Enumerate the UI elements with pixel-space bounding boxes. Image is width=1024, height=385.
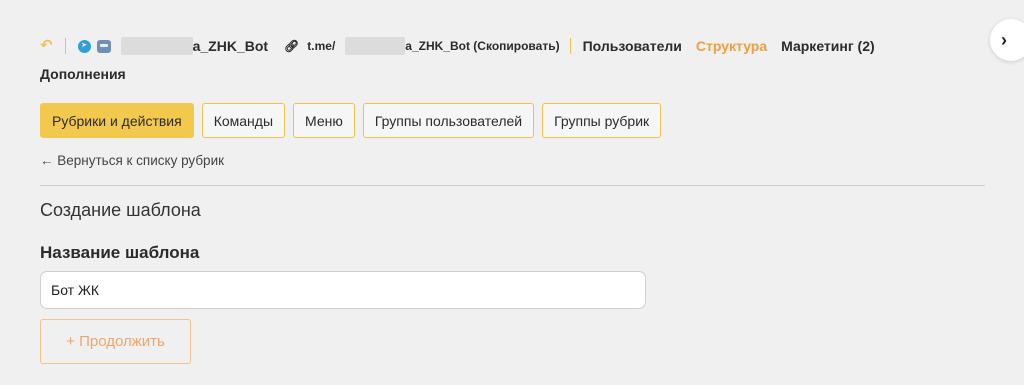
bot-link-prefix[interactable]: t.me/: [307, 36, 335, 56]
top-bar: ↶ ➤ а_ZHK_Bot 🔗︎ t.me/ а_ZHK_Bot (Скопир…: [40, 36, 940, 56]
nav-users[interactable]: Пользователи: [583, 36, 682, 56]
redacted-bot-name: [120, 37, 193, 55]
page-title: Создание шаблона: [40, 200, 201, 220]
tabs: Рубрики и действия Команды Меню Группы п…: [40, 103, 662, 138]
chevron-right-icon[interactable]: ›: [990, 19, 1024, 61]
telegram-icon: ➤: [77, 39, 91, 53]
tab-menu[interactable]: Меню: [293, 103, 355, 138]
bot-name: а_ZHK_Bot: [192, 38, 269, 54]
divider-vertical: [64, 38, 66, 54]
nav-structure[interactable]: Структура: [696, 36, 767, 56]
nav-marketing[interactable]: Маркетинг (2): [781, 36, 875, 56]
bot-link-copy[interactable]: а_ZHK_Bot (Скопировать): [405, 36, 559, 56]
undo-arrow-icon[interactable]: ↶: [40, 36, 53, 56]
tab-commands[interactable]: Команды: [201, 103, 286, 138]
tab-rubric-groups[interactable]: Группы рубрик: [542, 103, 662, 138]
bot-icon: [96, 39, 111, 53]
nav-extensions[interactable]: Дополнения: [40, 66, 126, 82]
back-to-rubrics-link[interactable]: ← Вернуться к списку рубрик: [40, 153, 224, 168]
continue-button[interactable]: + Продолжить: [40, 319, 191, 364]
tab-user-groups[interactable]: Группы пользователей: [362, 103, 535, 138]
tab-rubrics-actions[interactable]: Рубрики и действия: [40, 103, 194, 138]
link-icon: 🔗︎: [284, 39, 300, 53]
redacted-bot-link: [345, 37, 406, 55]
section-divider: [40, 185, 985, 186]
template-name-label: Название шаблона: [40, 243, 200, 262]
divider-vertical: [569, 38, 571, 54]
template-name-input[interactable]: [40, 271, 646, 309]
